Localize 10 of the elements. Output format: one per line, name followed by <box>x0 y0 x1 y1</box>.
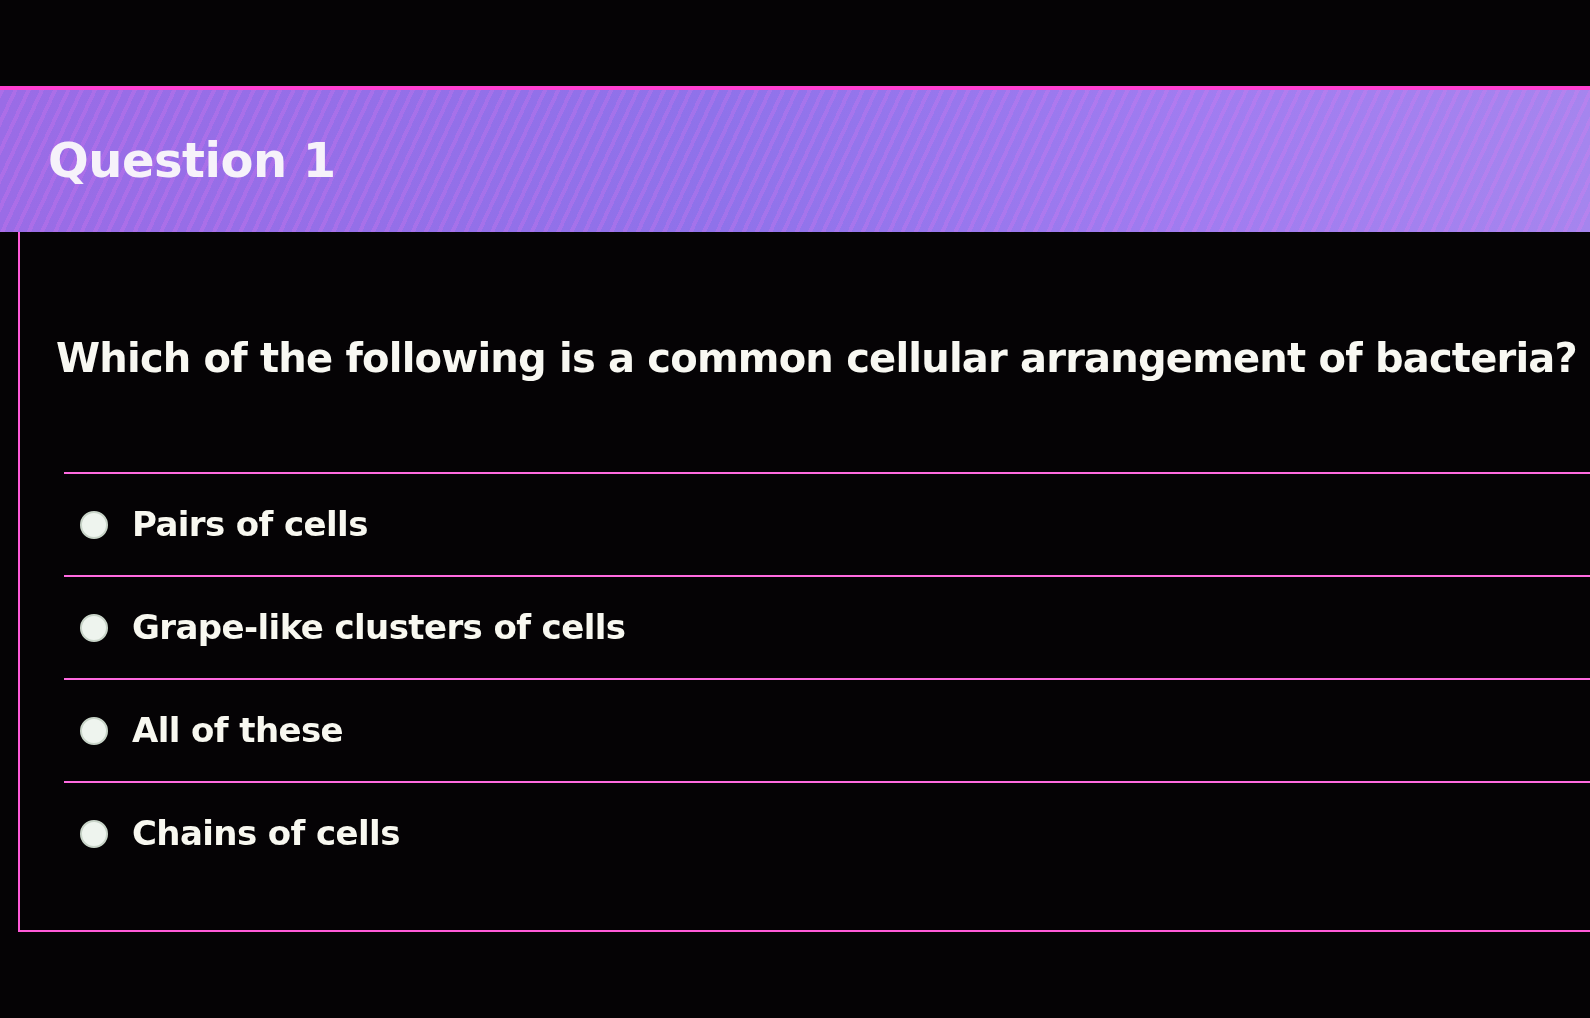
radio-button[interactable] <box>80 716 108 745</box>
option-label: All of these <box>132 709 344 752</box>
question-text: Which of the following is a common cellular arrangement of bacteria? <box>56 334 1578 383</box>
option-label: Grape-like clusters of cells <box>132 606 626 649</box>
radio-button[interactable] <box>80 613 108 642</box>
question-title: Question 1 <box>48 132 336 190</box>
radio-button[interactable] <box>80 510 108 539</box>
option-label: Pairs of cells <box>132 503 368 546</box>
radio-button[interactable] <box>80 819 108 848</box>
option-label: Chains of cells <box>132 812 400 855</box>
